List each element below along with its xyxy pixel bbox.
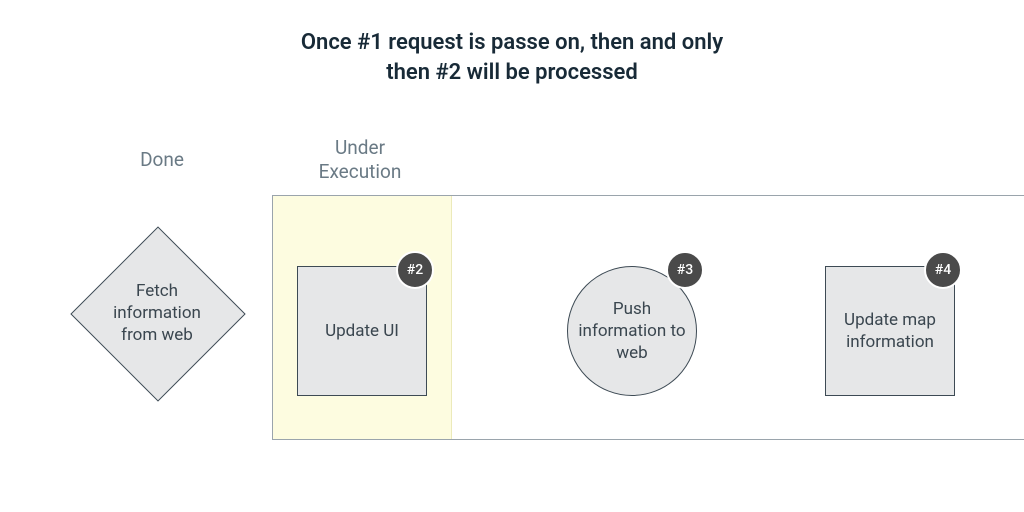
done-task: Fetch information from web <box>72 228 242 398</box>
queue-task-2-badge: #2 <box>396 251 434 289</box>
under-execution-line-1: Under <box>335 136 385 159</box>
title-line-1: Once #1 request is passe on, then and on… <box>301 30 723 55</box>
done-task-label: Fetch information from web <box>72 228 242 398</box>
queue-task-4-badge: #4 <box>924 251 962 289</box>
diagram-stage: Once #1 request is passe on, then and on… <box>0 0 1024 512</box>
queue-task-3-badge: #3 <box>666 251 704 289</box>
queue-panel: Update UI #2 Push information to web #3 … <box>272 195 1024 440</box>
under-execution-line-2: Execution <box>319 160 402 183</box>
queue-task-3: Push information to web #3 <box>567 266 697 396</box>
done-column-label: Done <box>92 148 232 171</box>
title-line-2: then #2 will be processed <box>386 60 638 85</box>
queue-task-2: Update UI #2 <box>297 266 427 396</box>
under-execution-label: Under Execution <box>275 136 445 184</box>
diagram-title: Once #1 request is passe on, then and on… <box>0 28 1024 87</box>
queue-task-4: Update map information #4 <box>825 266 955 396</box>
